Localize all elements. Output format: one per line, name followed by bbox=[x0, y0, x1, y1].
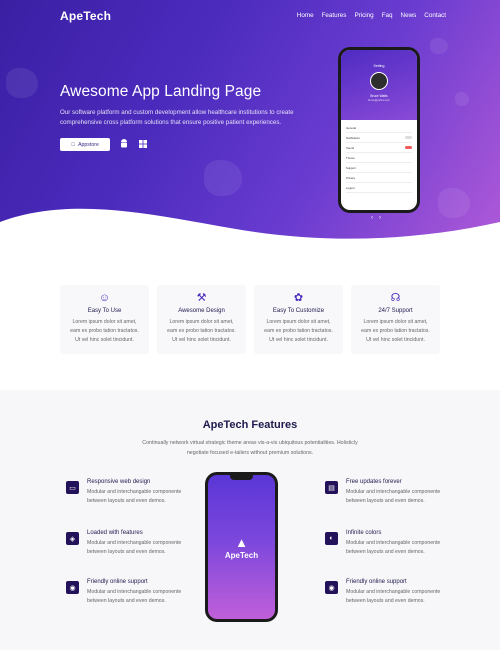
nav-faq[interactable]: Faq bbox=[382, 12, 393, 19]
headset-icon: ☊ bbox=[390, 292, 401, 304]
features-title: ApeTech Features bbox=[202, 419, 298, 431]
card-text: Lorem ipsum dolor sit amet, eam ex probo… bbox=[264, 319, 333, 343]
apple-icon:  bbox=[71, 142, 75, 148]
decorative-shape bbox=[455, 92, 469, 106]
support-icon: ◉ bbox=[325, 581, 338, 594]
phone-brand: ApeTech bbox=[224, 551, 259, 560]
phone-setting-label: General bbox=[346, 125, 356, 130]
feature-title: Loaded with features bbox=[87, 530, 143, 536]
decorative-shape bbox=[204, 160, 242, 196]
appstore-label: Appstore bbox=[76, 141, 99, 148]
phone-toggle bbox=[405, 135, 412, 140]
card-text: Lorem ipsum dolor sit amet, eam ex probo… bbox=[70, 319, 139, 343]
support-icon: ◉ bbox=[66, 581, 79, 594]
colors-icon: ◐ bbox=[325, 532, 338, 545]
hero-title: Awesome App Landing Page bbox=[60, 83, 262, 100]
phone-setting-label: Sound bbox=[346, 145, 355, 150]
card-title: Awesome Design bbox=[178, 308, 225, 314]
phone-user-name: Bruce Watts bbox=[370, 94, 388, 98]
hero-phone-mockup: Setting Bruce Watts bruce@yahoo.com Gene… bbox=[338, 47, 420, 213]
phone-setting-row: Theme bbox=[346, 153, 412, 163]
phone-setting-row: Support bbox=[346, 163, 412, 173]
feature-card-support: ☊ 24/7 Support Lorem ipsum dolor sit ame… bbox=[351, 285, 440, 354]
brand-mark-icon: ▲ bbox=[235, 535, 248, 550]
hero-subtitle: Our software platform and custom develop… bbox=[60, 109, 294, 126]
brand-logo[interactable]: ApeTech bbox=[60, 9, 111, 23]
windows-icon[interactable] bbox=[138, 139, 148, 151]
phone-setting-label: Support bbox=[346, 165, 356, 170]
phone-setting-label: Notification bbox=[346, 135, 360, 140]
nav-contact[interactable]: Contact bbox=[424, 12, 446, 19]
main-nav: Home Features Pricing Faq News Contact bbox=[297, 12, 446, 19]
appstore-button[interactable]:  Appstore bbox=[60, 138, 110, 151]
hero-wave-divider bbox=[0, 208, 500, 256]
phone-setting-row: General bbox=[346, 123, 412, 133]
smile-icon: ☺ bbox=[98, 292, 111, 304]
phone-setting-row: Sound bbox=[346, 143, 412, 153]
phone-setting-label: Theme bbox=[346, 155, 355, 160]
feature-text: Modular and interchangable componente be… bbox=[346, 489, 441, 504]
feature-text: Modular and interchangable componente be… bbox=[346, 589, 441, 604]
phone-user-email: bruce@yahoo.com bbox=[368, 99, 390, 102]
feature-text: Modular and interchangable componente be… bbox=[87, 540, 182, 555]
feature-title: Friendly online support bbox=[87, 579, 148, 585]
feature-text: Modular and interchangable componente be… bbox=[87, 589, 182, 604]
decorative-shape bbox=[6, 68, 38, 98]
feature-title: Infinite colors bbox=[346, 530, 382, 536]
card-text: Lorem ipsum dolor sit amet, eam ex probo… bbox=[167, 319, 236, 343]
feature-title: Friendly online support bbox=[346, 579, 407, 585]
magic-wand-icon: ⚒ bbox=[196, 292, 207, 304]
decorative-shape bbox=[430, 38, 448, 54]
feature-text: Modular and interchangable componente be… bbox=[346, 540, 441, 555]
card-title: Easy To Use bbox=[87, 308, 122, 314]
avatar bbox=[370, 72, 388, 90]
nav-news[interactable]: News bbox=[401, 12, 417, 19]
feature-card-awesome-design: ⚒ Awesome Design Lorem ipsum dolor sit a… bbox=[157, 285, 246, 354]
feature-text: Modular and interchangable componente be… bbox=[87, 489, 182, 504]
android-icon[interactable] bbox=[119, 139, 129, 151]
features-phone-mockup: ▲ ApeTech bbox=[205, 472, 278, 622]
layers-icon: ◈ bbox=[66, 532, 79, 545]
palette-icon: ✿ bbox=[293, 292, 304, 304]
feature-title: Free updates forever bbox=[346, 479, 402, 485]
update-icon: ▤ bbox=[325, 481, 338, 494]
phone-screen-title: Setting bbox=[373, 64, 385, 68]
nav-pricing[interactable]: Pricing bbox=[354, 12, 373, 19]
phone-setting-row: Logout bbox=[346, 183, 412, 193]
phone-setting-row: Privacy bbox=[346, 173, 412, 183]
nav-home[interactable]: Home bbox=[297, 12, 314, 19]
card-title: 24/7 Support bbox=[378, 308, 413, 314]
nav-features[interactable]: Features bbox=[322, 12, 347, 19]
feature-card-easy-to-customize: ✿ Easy To Customize Lorem ipsum dolor si… bbox=[254, 285, 343, 354]
phone-setting-row: Notification bbox=[346, 133, 412, 143]
phone-notch bbox=[230, 475, 253, 480]
feature-card-easy-to-use: ☺ Easy To Use Lorem ipsum dolor sit amet… bbox=[60, 285, 149, 354]
feature-title: Responsive web design bbox=[87, 479, 151, 485]
phone-setting-label: Logout bbox=[346, 185, 355, 190]
responsive-icon: ▭ bbox=[66, 481, 79, 494]
features-description: Continually network virtual strategic th… bbox=[142, 440, 358, 456]
phone-toggle bbox=[405, 145, 412, 150]
phone-setting-label: Privacy bbox=[346, 175, 356, 180]
card-text: Lorem ipsum dolor sit amet, eam ex probo… bbox=[361, 319, 430, 343]
card-title: Easy To Customize bbox=[272, 308, 325, 314]
